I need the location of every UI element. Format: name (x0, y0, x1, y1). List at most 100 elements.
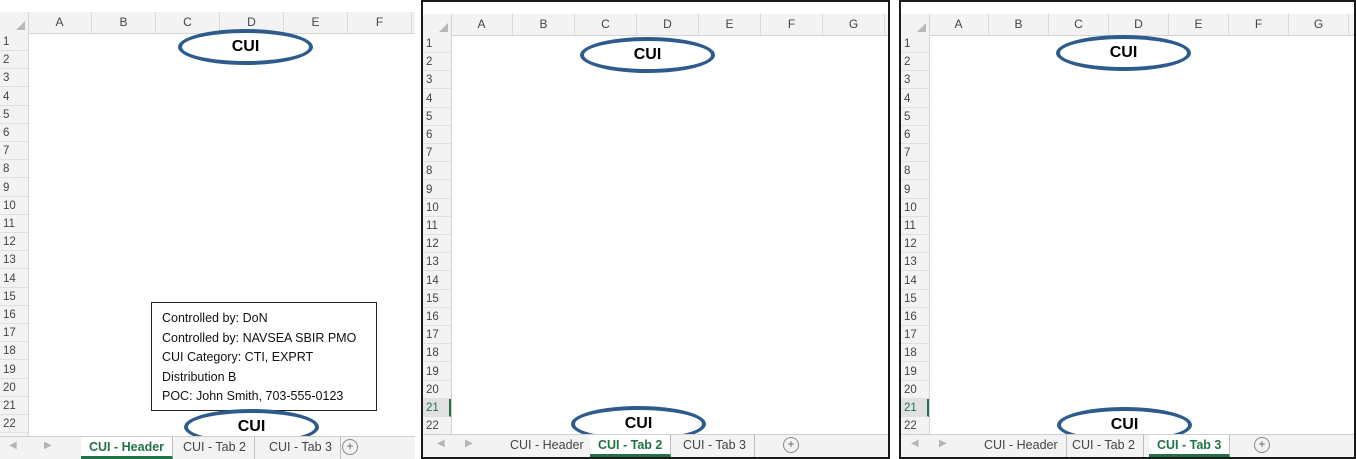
row-header[interactable]: 14 (901, 272, 929, 290)
sheet-tab[interactable]: CUI - Tab 2 (590, 435, 672, 457)
row-header[interactable]: 18 (423, 344, 451, 363)
row-header[interactable]: 3 (0, 69, 28, 88)
triangle-right-icon[interactable]: ▶ (939, 438, 947, 449)
column-header[interactable]: F (348, 12, 412, 33)
row-header[interactable]: 12 (423, 235, 451, 254)
row-header[interactable]: 12 (901, 235, 929, 254)
row-header[interactable]: 6 (423, 126, 451, 144)
row-header[interactable]: 15 (0, 288, 28, 306)
sheet-tab[interactable]: CUI - Tab 2 (1064, 435, 1144, 457)
row-header[interactable]: 20 (901, 381, 929, 399)
sheet-tab[interactable]: CUI - Tab 3 (261, 437, 341, 459)
column-header[interactable]: F (761, 14, 823, 35)
column-header[interactable]: G (1289, 14, 1349, 35)
row-header[interactable]: 22 (0, 415, 28, 434)
row-header[interactable]: 12 (0, 233, 28, 252)
column-header[interactable]: E (1169, 14, 1229, 35)
plus-circle-icon[interactable]: + (342, 439, 358, 455)
select-all-corner[interactable] (0, 12, 29, 33)
row-header[interactable]: 20 (423, 381, 451, 399)
row-header[interactable]: 19 (901, 363, 929, 381)
triangle-left-icon[interactable]: ◀ (911, 438, 919, 449)
row-header[interactable]: 5 (0, 106, 28, 124)
row-header[interactable]: 2 (0, 51, 28, 70)
row-header[interactable]: 7 (423, 144, 451, 163)
row-header[interactable]: 3 (423, 71, 451, 90)
column-header[interactable]: E (284, 12, 348, 33)
row-header[interactable]: 15 (901, 290, 929, 308)
column-header[interactable]: F (1229, 14, 1289, 35)
triangle-left-icon[interactable]: ◀ (437, 438, 445, 449)
row-header[interactable]: 10 (0, 197, 28, 215)
triangle-right-icon[interactable]: ▶ (44, 440, 52, 451)
row-header[interactable]: 4 (0, 88, 28, 106)
row-header[interactable]: 10 (901, 199, 929, 217)
row-header[interactable]: 10 (423, 199, 451, 217)
row-header[interactable]: 11 (901, 217, 929, 235)
row-header[interactable]: 18 (0, 342, 28, 361)
sheet-tab[interactable]: CUI - Header (81, 437, 174, 459)
column-header[interactable]: D (637, 14, 699, 35)
column-header[interactable]: E (699, 14, 761, 35)
column-header[interactable]: G (823, 14, 885, 35)
row-header[interactable]: 2 (423, 53, 451, 72)
row-header[interactable]: 4 (901, 90, 929, 108)
column-header[interactable]: A (929, 14, 989, 35)
column-header[interactable]: A (451, 14, 513, 35)
row-header[interactable]: 16 (0, 306, 28, 324)
row-header[interactable]: 6 (901, 126, 929, 144)
row-header[interactable]: 1 (901, 35, 929, 53)
sheet-tab[interactable]: CUI - Tab 3 (675, 435, 755, 457)
row-header[interactable]: 17 (423, 326, 451, 345)
select-all-corner[interactable] (901, 14, 930, 35)
row-header[interactable]: 13 (0, 251, 28, 270)
column-header[interactable]: C (575, 14, 637, 35)
sheet-tab[interactable]: CUI - Tab 2 (175, 437, 255, 459)
row-header[interactable]: 11 (0, 215, 28, 233)
sheet-tab[interactable]: CUI - Header (976, 435, 1067, 457)
row-header[interactable]: 4 (423, 90, 451, 108)
plus-circle-icon[interactable]: + (1254, 437, 1270, 453)
row-header[interactable]: 5 (901, 108, 929, 126)
column-header[interactable]: C (1049, 14, 1109, 35)
row-header[interactable]: 14 (0, 270, 28, 288)
column-header[interactable]: D (1109, 14, 1169, 35)
row-header[interactable]: 14 (423, 272, 451, 290)
row-header[interactable]: 19 (0, 361, 28, 379)
row-header[interactable]: 8 (901, 162, 929, 181)
row-header[interactable]: 7 (901, 144, 929, 163)
row-header[interactable]: 21 (0, 397, 28, 415)
row-header[interactable]: 8 (0, 160, 28, 179)
row-header[interactable]: 19 (423, 363, 451, 381)
row-header[interactable]: 22 (901, 417, 929, 435)
row-header[interactable]: 8 (423, 162, 451, 181)
row-header[interactable]: 5 (423, 108, 451, 126)
row-header[interactable]: 1 (423, 35, 451, 53)
row-header[interactable]: 21 (901, 399, 929, 417)
column-header[interactable]: B (513, 14, 575, 35)
row-header[interactable]: 16 (423, 308, 451, 326)
row-header[interactable]: 16 (901, 308, 929, 326)
row-header[interactable]: 13 (901, 253, 929, 272)
plus-circle-icon[interactable]: + (783, 437, 799, 453)
row-header[interactable]: 17 (901, 326, 929, 345)
select-all-corner[interactable] (423, 14, 452, 35)
row-header[interactable]: 6 (0, 124, 28, 142)
row-header[interactable]: 9 (0, 179, 28, 197)
row-header[interactable]: 15 (423, 290, 451, 308)
triangle-right-icon[interactable]: ▶ (465, 438, 473, 449)
column-header[interactable]: C (156, 12, 220, 33)
triangle-left-icon[interactable]: ◀ (9, 440, 17, 451)
row-header[interactable]: 20 (0, 379, 28, 397)
row-header[interactable]: 18 (901, 344, 929, 363)
row-header[interactable]: 17 (0, 324, 28, 343)
column-header[interactable]: A (28, 12, 92, 33)
row-header[interactable]: 1 (0, 33, 28, 51)
sheet-tab[interactable]: CUI - Tab 3 (1149, 435, 1231, 457)
row-header[interactable]: 11 (423, 217, 451, 235)
row-header[interactable]: 21 (423, 399, 451, 417)
sheet-tab[interactable]: CUI - Header (502, 435, 593, 457)
row-header[interactable]: 9 (901, 181, 929, 199)
row-header[interactable]: 7 (0, 142, 28, 161)
row-header[interactable]: 9 (423, 181, 451, 199)
